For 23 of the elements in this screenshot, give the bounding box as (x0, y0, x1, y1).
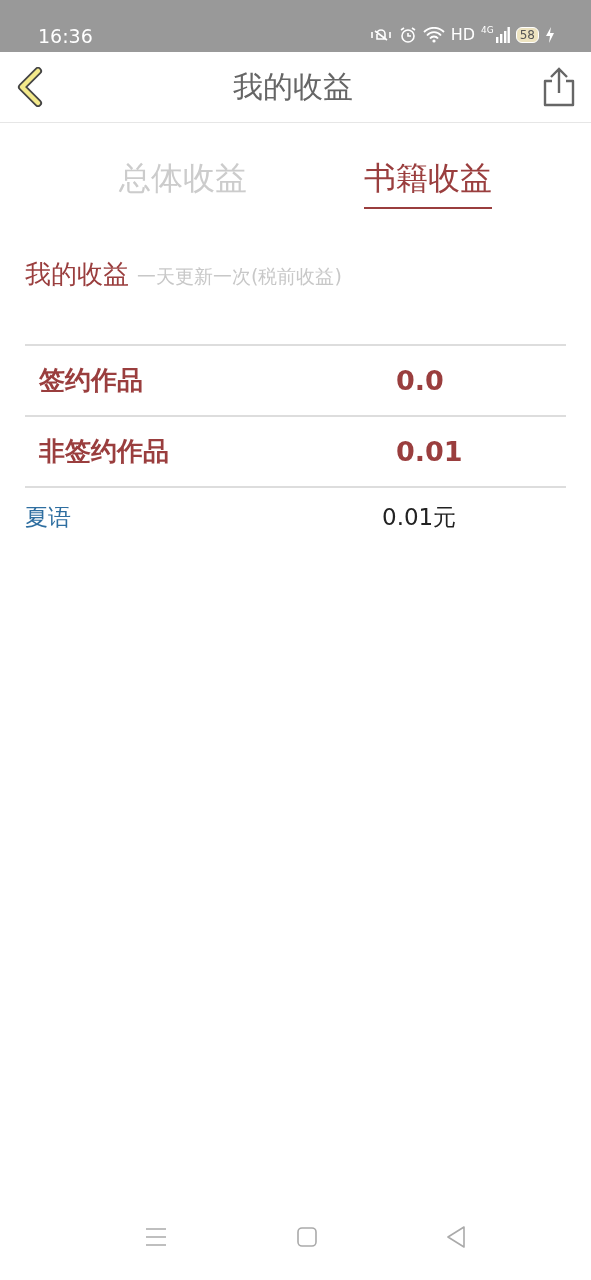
mute-bell-icon (368, 26, 393, 43)
income-value: 0.0 (396, 365, 444, 396)
network-label: HD (450, 25, 475, 44)
back-icon[interactable] (16, 67, 44, 107)
income-label: 签约作品 (38, 364, 144, 397)
book-title[interactable]: 夏语 (25, 502, 382, 533)
signal-label: 4G (481, 25, 494, 35)
tab[interactable]: 书籍收益 (364, 153, 493, 209)
charging-icon (545, 26, 555, 43)
battery-level: 58 (515, 26, 539, 43)
income-value: 0.01 (396, 436, 463, 467)
income-label: 非签约作品 (38, 435, 170, 468)
section-title: 我的收益 (25, 258, 129, 291)
wifi-icon (422, 26, 445, 43)
signal-icon (495, 26, 510, 43)
page-title: 我的收益 (232, 67, 353, 106)
share-icon[interactable] (541, 67, 577, 107)
status-time: 16:36 (38, 24, 93, 48)
home-square-icon[interactable] (296, 1227, 317, 1247)
alarm-clock-icon (398, 25, 417, 44)
back-triangle-icon[interactable] (446, 1226, 466, 1248)
menu-icon[interactable] (145, 1227, 167, 1247)
book-amount: 0.01元 (382, 503, 457, 532)
